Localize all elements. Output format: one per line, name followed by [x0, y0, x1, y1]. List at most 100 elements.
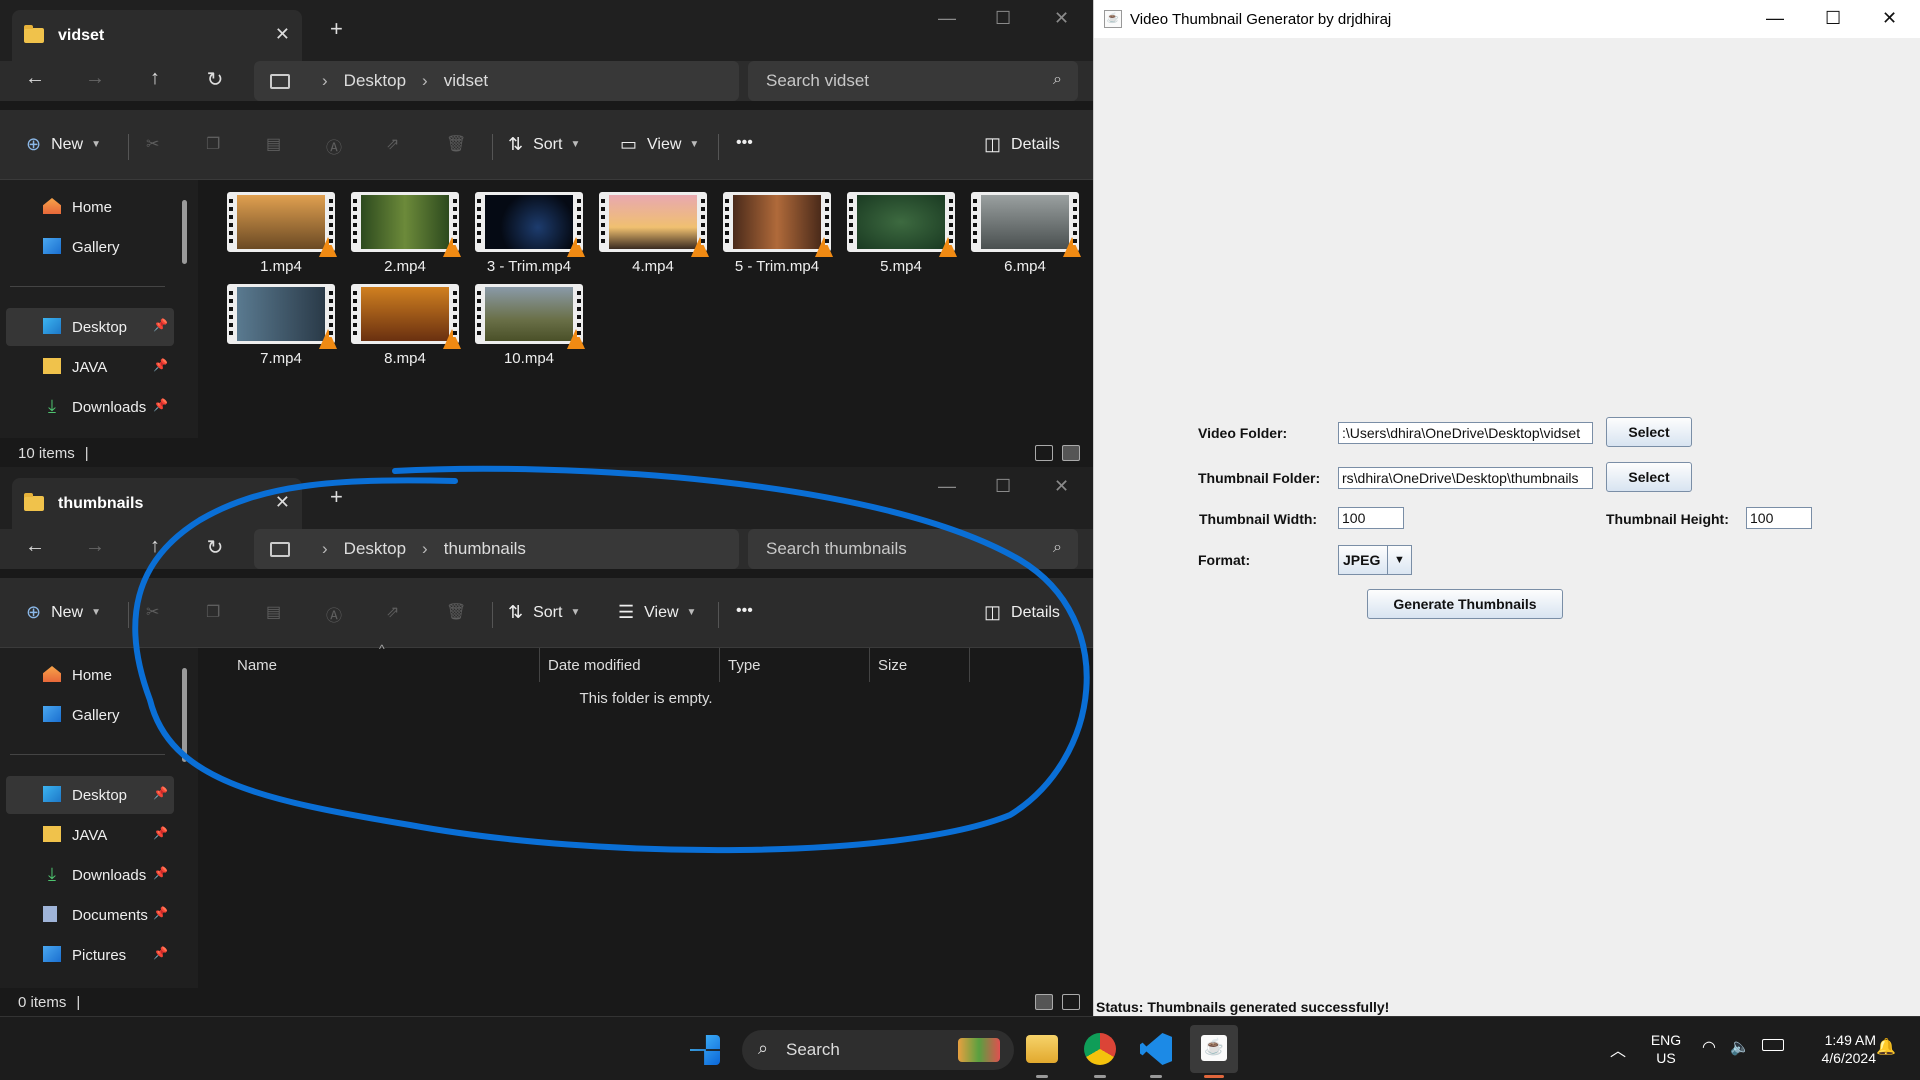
new-button[interactable]: ⊕ New ▼: [26, 602, 101, 623]
thumbnail-folder-field[interactable]: rs\dhira\OneDrive\Desktop\thumbnails: [1338, 467, 1593, 489]
nav-scrollbar[interactable]: [182, 200, 187, 264]
minimize-icon[interactable]: —: [938, 476, 956, 497]
large-icons-view-icon[interactable]: [1062, 994, 1080, 1010]
search-input[interactable]: Search thumbnails ⌕: [748, 529, 1078, 569]
more-options-button[interactable]: •••: [736, 134, 753, 152]
chevron-down-icon[interactable]: ▼: [1387, 546, 1411, 574]
nav-item-java[interactable]: JAVA 📌: [6, 348, 174, 386]
nav-item-downloads[interactable]: ⤓ Downloads 📌: [6, 388, 174, 426]
breadcrumb-desktop[interactable]: Desktop: [344, 539, 406, 559]
address-bar[interactable]: › Desktop › vidset: [254, 61, 739, 101]
nav-item-home[interactable]: Home: [6, 188, 174, 226]
nav-item-gallery[interactable]: Gallery: [6, 696, 174, 734]
vscode-icon[interactable]: [1140, 1033, 1172, 1065]
volume-icon[interactable]: 🔈: [1730, 1037, 1750, 1057]
view-button[interactable]: ☰ View ▼: [618, 602, 696, 623]
maximize-icon[interactable]: ☐: [995, 476, 1011, 497]
more-options-button[interactable]: •••: [736, 602, 753, 620]
format-dropdown[interactable]: JPEG ▼: [1338, 545, 1412, 575]
rename-button[interactable]: Ⓐ: [326, 602, 342, 626]
new-tab-icon[interactable]: +: [330, 484, 343, 510]
file-item[interactable]: 2.mp4: [351, 192, 461, 275]
search-input[interactable]: Search vidset ⌕: [748, 61, 1078, 101]
file-item[interactable]: 5.mp4: [847, 192, 957, 275]
refresh-icon[interactable]: ↻: [200, 535, 230, 560]
minimize-icon[interactable]: —: [938, 8, 956, 29]
up-icon[interactable]: ↑: [140, 67, 170, 90]
column-header-type[interactable]: Type: [720, 648, 870, 682]
details-button[interactable]: ◫ Details: [984, 602, 1060, 623]
large-icons-view-icon[interactable]: [1062, 445, 1080, 461]
file-item[interactable]: 8.mp4: [351, 284, 461, 367]
taskbar-search[interactable]: ⌕ Search: [742, 1030, 1014, 1070]
nav-item-downloads[interactable]: ⤓ Downloads 📌: [6, 856, 174, 894]
sort-button[interactable]: ⇅ Sort ▼: [508, 602, 580, 623]
maximize-icon[interactable]: ☐: [1825, 8, 1841, 29]
language-indicator[interactable]: ENG US: [1648, 1031, 1684, 1067]
nav-scrollbar[interactable]: [182, 668, 187, 762]
close-icon[interactable]: ✕: [1054, 476, 1069, 497]
close-icon[interactable]: ✕: [1882, 8, 1897, 29]
file-item[interactable]: 6.mp4: [971, 192, 1081, 275]
thumbnail-height-field[interactable]: 100: [1746, 507, 1812, 529]
tab-vidset[interactable]: vidset ✕: [12, 10, 302, 61]
battery-icon[interactable]: [1762, 1039, 1784, 1051]
up-icon[interactable]: ↑: [140, 535, 170, 558]
select-thumbnail-folder-button[interactable]: Select: [1606, 462, 1692, 492]
rename-button[interactable]: Ⓐ: [326, 134, 342, 158]
share-button[interactable]: ⇗: [386, 134, 399, 154]
close-tab-icon[interactable]: ✕: [275, 492, 290, 513]
column-header-date-modified[interactable]: Date modified: [540, 648, 720, 682]
delete-button[interactable]: 🗑: [446, 602, 466, 622]
file-item[interactable]: 7.mp4: [227, 284, 337, 367]
details-button[interactable]: ◫ Details: [984, 134, 1060, 155]
chrome-icon[interactable]: [1084, 1033, 1116, 1065]
nav-item-pictures[interactable]: Pictures 📌: [6, 936, 174, 974]
clock[interactable]: 1:49 AM 4/6/2024: [1800, 1031, 1877, 1067]
nav-item-java[interactable]: JAVA 📌: [6, 816, 174, 854]
refresh-icon[interactable]: ↻: [200, 67, 230, 92]
address-bar[interactable]: › Desktop › thumbnails: [254, 529, 739, 569]
start-icon[interactable]: [690, 1035, 720, 1065]
show-hidden-icons-icon[interactable]: ︿: [1610, 1037, 1626, 1061]
details-view-icon[interactable]: [1035, 445, 1053, 461]
file-explorer-icon[interactable]: [1026, 1035, 1058, 1063]
column-header-size[interactable]: Size: [870, 648, 970, 682]
tab-thumbnails[interactable]: thumbnails ✕: [12, 478, 302, 529]
nav-item-documents[interactable]: Documents 📌: [6, 896, 174, 934]
paste-button[interactable]: ▤: [266, 602, 281, 622]
file-item[interactable]: 4.mp4: [599, 192, 709, 275]
new-button[interactable]: ⊕ New ▼: [26, 134, 101, 155]
copy-button[interactable]: ❐: [206, 134, 220, 154]
close-icon[interactable]: ✕: [1054, 8, 1069, 29]
breadcrumb-thumbnails[interactable]: thumbnails: [444, 539, 526, 559]
cut-button[interactable]: ✂: [146, 602, 159, 622]
forward-icon[interactable]: →: [80, 67, 110, 90]
nav-item-home[interactable]: Home: [6, 656, 174, 694]
file-item[interactable]: 10.mp4: [475, 284, 585, 367]
details-view-icon[interactable]: [1035, 994, 1053, 1010]
view-button[interactable]: ▭ View ▼: [620, 134, 699, 155]
file-item[interactable]: 3 - Trim.mp4: [475, 192, 585, 275]
delete-button[interactable]: 🗑: [446, 134, 466, 154]
nav-item-desktop[interactable]: Desktop 📌: [6, 776, 174, 814]
minimize-icon[interactable]: —: [1766, 8, 1784, 29]
back-icon[interactable]: ←: [20, 535, 50, 558]
cut-button[interactable]: ✂: [146, 134, 159, 154]
notification-bell-icon[interactable]: 🔔: [1876, 1037, 1896, 1057]
maximize-icon[interactable]: ☐: [995, 8, 1011, 29]
forward-icon[interactable]: →: [80, 535, 110, 558]
generate-thumbnails-button[interactable]: Generate Thumbnails: [1367, 589, 1563, 619]
thumbnail-width-field[interactable]: 100: [1338, 507, 1404, 529]
breadcrumb-desktop[interactable]: Desktop: [344, 71, 406, 91]
nav-item-gallery[interactable]: Gallery: [6, 228, 174, 266]
paste-button[interactable]: ▤: [266, 134, 281, 154]
share-button[interactable]: ⇗: [386, 602, 399, 622]
nav-item-desktop[interactable]: Desktop 📌: [6, 308, 174, 346]
copy-button[interactable]: ❐: [206, 602, 220, 622]
breadcrumb-vidset[interactable]: vidset: [444, 71, 488, 91]
file-item[interactable]: 1.mp4: [227, 192, 337, 275]
close-tab-icon[interactable]: ✕: [275, 24, 290, 45]
wifi-icon[interactable]: ◠: [1702, 1037, 1716, 1057]
sort-button[interactable]: ⇅ Sort ▼: [508, 134, 580, 155]
